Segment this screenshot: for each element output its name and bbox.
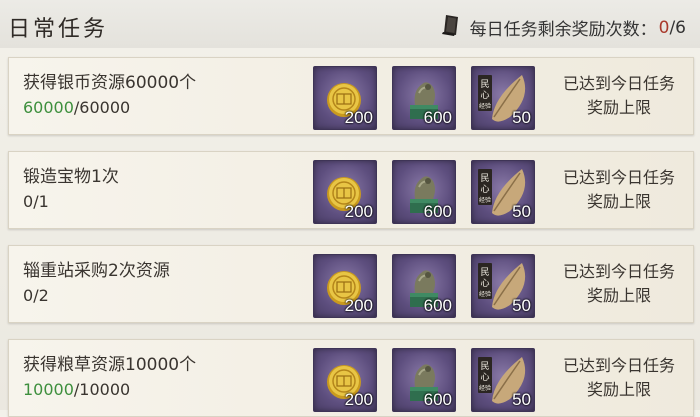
counter-label: 每日任务剩余奖励次数：: [469, 20, 657, 40]
task-progress: 60000/60000: [23, 96, 196, 120]
page-title: 日常任务: [8, 17, 109, 42]
reward-quantity: 600: [423, 202, 452, 221]
task-progress: 0/1: [23, 190, 119, 214]
task-name: 获得银币资源60000个: [23, 73, 197, 93]
svg-text:心: 心: [480, 184, 489, 195]
task-row[interactable]: 获得粮草资源10000个 10000/10000 200 600 民心经验 50 已达到今日…: [8, 339, 694, 417]
progress-total: 2: [38, 286, 49, 305]
reward-list: 200 600 民心经验 50: [313, 160, 550, 224]
svg-text:经验: 经验: [479, 102, 491, 110]
svg-text:经验: 经验: [479, 384, 491, 392]
task-status: 已达到今日任务 奖励上限: [549, 260, 689, 308]
task-name: 获得粮草资源10000个: [23, 355, 197, 375]
status-line-2: 奖励上限: [586, 192, 651, 211]
reward-quantity: 50: [512, 202, 531, 221]
reward-item[interactable]: 200: [313, 348, 377, 412]
svg-text:心: 心: [480, 278, 489, 289]
svg-text:心: 心: [480, 90, 489, 101]
reward-quantity: 600: [423, 108, 452, 127]
status-line-1: 已达到今日任务: [562, 262, 675, 281]
reward-quantity: 50: [512, 108, 531, 127]
reward-list: 200 600 民心经验 50: [313, 254, 550, 318]
task-info: 锻造宝物1次 0/1: [23, 166, 119, 214]
status-line-2: 奖励上限: [586, 380, 651, 399]
task-info: 获得银币资源60000个 60000/60000: [23, 72, 196, 120]
task-row[interactable]: 获得银币资源60000个 60000/60000 200 600 民心经验 50 已达到今日…: [8, 57, 694, 135]
task-row[interactable]: 锻造宝物1次 0/1 200 600 民心经验 50 已达到今日任务 奖励上限: [8, 151, 694, 229]
progress-current: 60000: [23, 98, 74, 117]
reward-quantity: 600: [423, 390, 452, 409]
task-info: 获得粮草资源10000个 10000/10000: [23, 354, 196, 402]
reward-list: 200 600 民心经验 50: [313, 66, 550, 130]
svg-text:民: 民: [480, 79, 489, 90]
reward-quantity: 200: [344, 202, 373, 221]
svg-text:民: 民: [480, 267, 489, 278]
reward-item[interactable]: 民心经验 50: [471, 254, 535, 318]
status-line-1: 已达到今日任务: [562, 74, 675, 93]
reward-item[interactable]: 200: [313, 254, 377, 318]
reward-item[interactable]: 600: [392, 66, 456, 130]
svg-text:经验: 经验: [479, 290, 491, 298]
progress-current: 10000: [23, 380, 74, 399]
progress-total: 1: [38, 192, 49, 211]
progress-total: 60000: [79, 98, 131, 117]
task-status: 已达到今日任务 奖励上限: [549, 166, 689, 214]
svg-text:心: 心: [480, 372, 489, 383]
header-bar: 日常任务 每日任务剩余奖励次数： 0 / 6: [0, 0, 700, 48]
reward-quantity: 200: [344, 296, 373, 315]
svg-text:民: 民: [480, 361, 489, 372]
reward-item[interactable]: 600: [392, 254, 456, 318]
task-name: 锻造宝物1次: [23, 167, 119, 187]
task-info: 辎重站采购2次资源 0/2: [23, 260, 170, 308]
status-line-1: 已达到今日任务: [562, 168, 675, 187]
reward-quantity: 50: [512, 296, 531, 315]
svg-text:民: 民: [480, 173, 489, 184]
status-line-2: 奖励上限: [586, 286, 651, 305]
task-status: 已达到今日任务 奖励上限: [549, 72, 689, 120]
reward-item[interactable]: 600: [392, 160, 456, 224]
svg-text:经验: 经验: [479, 196, 491, 204]
status-line-1: 已达到今日任务: [562, 356, 675, 375]
task-progress: 10000/10000: [23, 378, 196, 402]
reward-quantity: 200: [344, 108, 373, 127]
reward-quantity: 200: [344, 390, 373, 409]
reward-item[interactable]: 民心经验 50: [471, 160, 535, 224]
reward-item[interactable]: 民心经验 50: [471, 348, 535, 412]
reward-quantity: 50: [512, 390, 531, 409]
counter-current: 0: [658, 17, 670, 38]
progress-current: 0: [23, 192, 34, 211]
progress-total: 10000: [79, 380, 131, 399]
status-line-2: 奖励上限: [586, 98, 651, 117]
task-name: 辎重站采购2次资源: [23, 261, 170, 281]
reward-list: 200 600 民心经验 50: [313, 348, 550, 412]
reward-item[interactable]: 600: [392, 348, 456, 412]
task-row[interactable]: 辎重站采购2次资源 0/2 200 600 民心经验 50 已达到今日任务 奖励上限: [8, 245, 694, 323]
scroll-book-icon: [440, 13, 470, 42]
counter-max: 6: [675, 17, 686, 38]
task-progress: 0/2: [23, 284, 170, 308]
reward-item[interactable]: 民心经验 50: [471, 66, 535, 130]
reward-item[interactable]: 200: [313, 66, 377, 130]
reward-item[interactable]: 200: [313, 160, 377, 224]
reward-quantity: 600: [423, 296, 452, 315]
progress-current: 0: [23, 286, 34, 305]
reward-counter: 每日任务剩余奖励次数： 0 / 6: [440, 13, 686, 42]
task-status: 已达到今日任务 奖励上限: [549, 354, 689, 402]
